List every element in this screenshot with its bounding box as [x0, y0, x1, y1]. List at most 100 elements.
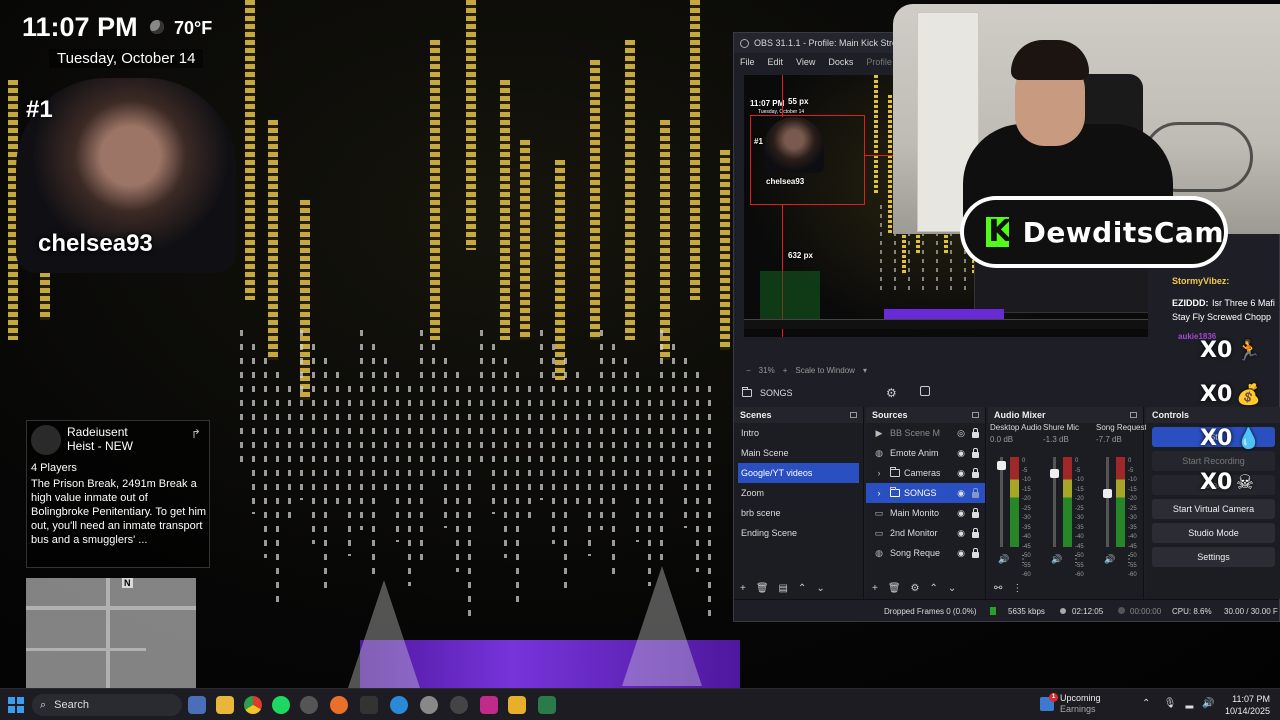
meter-tick: -10: [1075, 477, 1084, 483]
light-streak: [588, 386, 591, 556]
widget-upcoming-earnings[interactable]: 1 Upcoming Earnings: [1040, 693, 1101, 715]
expand-icon[interactable]: ›: [872, 488, 886, 498]
more-icon[interactable]: ⋮: [1018, 554, 1028, 565]
eye-icon[interactable]: ◉: [957, 468, 965, 479]
source-item-selected[interactable]: › SONGS ◉: [866, 483, 985, 503]
scene-item-ending[interactable]: Ending Scene: [734, 523, 863, 543]
task-view-icon[interactable]: [188, 696, 206, 714]
eye-off-icon[interactable]: ◎: [957, 428, 965, 439]
eye-icon[interactable]: ◉: [957, 528, 965, 539]
meter-tick: -10: [1022, 477, 1031, 483]
eye-icon[interactable]: ◉: [957, 508, 965, 519]
speaker-icon[interactable]: 🔊: [1051, 554, 1062, 565]
spotify-icon[interactable]: [272, 696, 290, 714]
scene-item-zoom[interactable]: Zoom: [734, 483, 863, 503]
more-icon[interactable]: ⋮: [1012, 583, 1022, 594]
menu-docks[interactable]: Docks: [828, 57, 853, 67]
arrow-up-icon[interactable]: ⌃: [930, 583, 938, 594]
source-item[interactable]: ◍ Song Reque ◉: [866, 543, 985, 563]
app-icon[interactable]: [538, 696, 556, 714]
scene-item-google-yt[interactable]: Google/YT videos: [738, 463, 859, 483]
source-item[interactable]: ▭ Main Monito ◉: [866, 503, 985, 523]
gear-icon[interactable]: ⚙: [911, 583, 920, 594]
scale-mode[interactable]: Scale to Window: [795, 366, 855, 375]
chevron-down-icon[interactable]: ▾: [863, 366, 867, 375]
add-icon[interactable]: +: [872, 583, 878, 594]
arrow-down-icon[interactable]: ⌄: [948, 583, 956, 594]
controls-header: Controls: [1146, 407, 1280, 423]
scene-item-brb[interactable]: brb scene: [734, 503, 863, 523]
settings-button[interactable]: Settings: [1152, 547, 1275, 567]
popout-icon[interactable]: [850, 412, 857, 418]
chevron-up-icon[interactable]: ⌃: [1142, 698, 1150, 709]
lock-icon[interactable]: [972, 468, 979, 478]
taskbar-search[interactable]: ⌕ Search: [32, 694, 182, 716]
lock-icon[interactable]: [972, 528, 979, 538]
lock-icon[interactable]: [972, 548, 979, 558]
menu-edit[interactable]: Edit: [768, 57, 784, 67]
firefox-icon[interactable]: [330, 696, 348, 714]
rockstar-icon[interactable]: [508, 696, 526, 714]
eye-icon[interactable]: ◉: [957, 488, 965, 499]
link-icon[interactable]: ⚯: [994, 583, 1002, 594]
settings-app-icon[interactable]: [420, 696, 438, 714]
source-item[interactable]: ▭ 2nd Monitor ◉: [866, 523, 985, 543]
file-explorer-icon[interactable]: [216, 696, 234, 714]
windows-start-icon[interactable]: [8, 697, 24, 713]
source-item[interactable]: ▶ BB Scene Mi ◎: [866, 423, 985, 443]
speaker-icon[interactable]: 🔊: [1104, 554, 1115, 565]
scene-item-intro[interactable]: Intro: [734, 423, 863, 443]
filter-icon[interactable]: ▤: [779, 583, 788, 594]
microphone-icon[interactable]: 🎙: [1164, 698, 1177, 709]
fader-knob[interactable]: [997, 461, 1006, 471]
zoom-in-icon[interactable]: +: [783, 366, 788, 375]
volume-fader[interactable]: [1103, 457, 1112, 547]
trash-icon[interactable]: 🗑: [756, 583, 769, 594]
volume-fader[interactable]: [997, 457, 1006, 547]
expand-icon[interactable]: ›: [872, 468, 886, 478]
source-item[interactable]: ◍ Emote Anim ◉: [866, 443, 985, 463]
app-icon[interactable]: [480, 696, 498, 714]
speaker-icon[interactable]: 🔊: [998, 554, 1009, 565]
volume-fader[interactable]: [1050, 457, 1059, 547]
zoom-out-icon[interactable]: −: [746, 366, 751, 375]
add-icon[interactable]: +: [740, 583, 746, 594]
popout-icon[interactable]: [972, 412, 979, 418]
eye-icon[interactable]: ◉: [957, 448, 965, 459]
more-icon[interactable]: ⋮: [1124, 554, 1134, 565]
taskbar-clock[interactable]: 11:07 PM 10/14/2025: [1225, 693, 1270, 717]
menu-file[interactable]: File: [740, 57, 755, 67]
gear-icon[interactable]: ⚙: [886, 386, 897, 400]
light-bar: [720, 150, 730, 350]
lock-icon[interactable]: [972, 508, 979, 518]
scene-item-main[interactable]: Main Scene: [734, 443, 863, 463]
chrome-icon[interactable]: [244, 696, 262, 714]
obs-icon[interactable]: [300, 696, 318, 714]
lock-icon[interactable]: [972, 448, 979, 458]
selection-box[interactable]: [750, 115, 865, 205]
eye-icon[interactable]: ◉: [957, 548, 965, 559]
start-virtual-camera-button[interactable]: Start Virtual Camera: [1152, 499, 1275, 519]
app-icon[interactable]: [450, 696, 468, 714]
app-icon[interactable]: [360, 696, 378, 714]
fader-knob[interactable]: [1103, 489, 1112, 499]
fader-knob[interactable]: [1050, 469, 1059, 479]
lock-icon[interactable]: [972, 488, 979, 498]
edge-icon[interactable]: [390, 696, 408, 714]
menu-profile[interactable]: Profile: [866, 57, 892, 67]
start-recording-button[interactable]: Start Recording: [1152, 451, 1275, 471]
volume-icon[interactable]: 🔊: [1202, 698, 1214, 709]
layout-icon[interactable]: [920, 386, 930, 396]
studio-mode-button[interactable]: Studio Mode: [1152, 523, 1275, 543]
popout-icon[interactable]: [1130, 412, 1137, 418]
arrow-down-icon[interactable]: ⌄: [816, 583, 824, 594]
more-icon[interactable]: ⋮: [1071, 554, 1081, 565]
menu-view[interactable]: View: [796, 57, 815, 67]
lock-icon[interactable]: [972, 428, 979, 438]
arrow-up-icon[interactable]: ⌃: [798, 583, 806, 594]
network-icon[interactable]: ▂: [1185, 698, 1193, 709]
meter-tick: -30: [1022, 515, 1031, 521]
trash-icon[interactable]: 🗑: [888, 583, 901, 594]
mixer-channel-db: -1.3 dB: [1043, 435, 1069, 444]
source-item[interactable]: › Cameras ◉: [866, 463, 985, 483]
